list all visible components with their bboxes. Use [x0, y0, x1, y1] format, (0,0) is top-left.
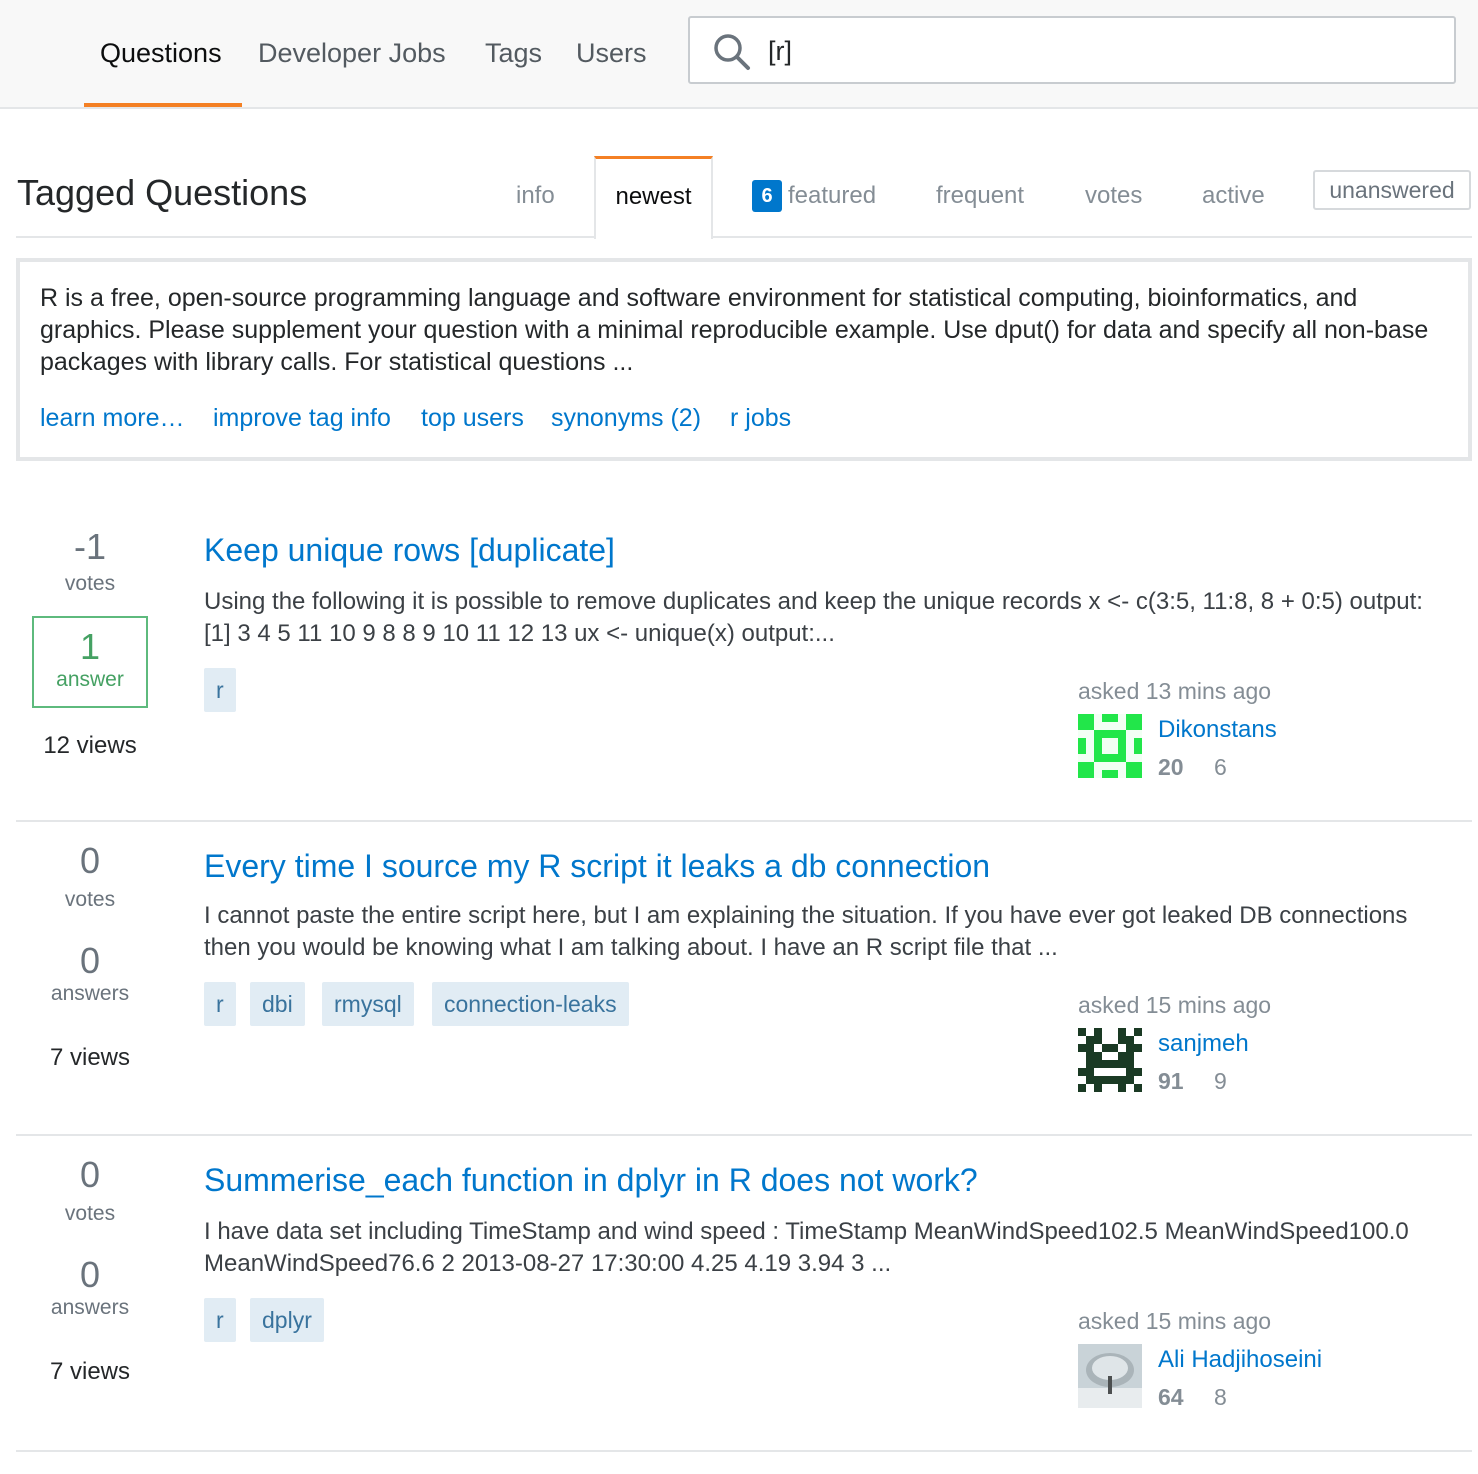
- search-icon: [714, 34, 750, 70]
- user-badge-count: 6: [1214, 754, 1227, 780]
- asked-time: asked 13 mins ago: [1078, 678, 1272, 704]
- tab-newest[interactable]: newest: [594, 156, 713, 239]
- tab-votes[interactable]: votes: [1085, 180, 1142, 212]
- answers-label: answers: [50, 982, 130, 1005]
- learn-more-link[interactable]: learn more…: [40, 404, 185, 433]
- user-reputation: 64: [1158, 1384, 1184, 1410]
- user-reputation: 91: [1158, 1068, 1184, 1094]
- question-summary: 0 votes 0 answers 7 views Summerise_each…: [16, 1154, 1472, 1450]
- tab-active[interactable]: active: [1202, 180, 1265, 212]
- votes-label: votes: [64, 1202, 116, 1225]
- nav-users[interactable]: Users: [576, 36, 647, 70]
- user-reputation: 20: [1158, 754, 1184, 780]
- answer-count: 1: [79, 626, 101, 667]
- search-box[interactable]: [688, 16, 1456, 84]
- tag-dplyr[interactable]: dplyr: [250, 1298, 324, 1342]
- user-avatar[interactable]: [1078, 1028, 1142, 1092]
- question-summary: -1 votes 1 answer 12 views Keep unique r…: [16, 524, 1472, 820]
- featured-count-badge: 6: [752, 180, 782, 212]
- question-divider: [16, 1134, 1472, 1136]
- tag-r[interactable]: r: [204, 982, 236, 1026]
- tag-dbi[interactable]: dbi: [250, 982, 305, 1026]
- user-name-link[interactable]: sanjmeh: [1158, 1030, 1249, 1058]
- tabs-divider: [16, 236, 1472, 238]
- question-title-link[interactable]: Keep unique rows [duplicate]: [204, 532, 615, 569]
- nav-active-indicator: [84, 103, 242, 107]
- improve-tag-info-link[interactable]: improve tag info: [213, 404, 391, 433]
- votes-label: votes: [64, 572, 116, 595]
- asked-time: asked 15 mins ago: [1078, 992, 1272, 1018]
- view-count: 7 views: [49, 1044, 131, 1071]
- question-title-link[interactable]: Every time I source my R script it leaks…: [204, 848, 990, 885]
- votes-label: votes: [64, 888, 116, 911]
- tab-info[interactable]: info: [516, 180, 555, 212]
- question-divider: [16, 1450, 1472, 1452]
- question-excerpt: I have data set including TimeStamp and …: [204, 1218, 1409, 1277]
- top-users-link[interactable]: top users: [421, 404, 524, 433]
- answer-count: 0: [79, 1254, 101, 1295]
- tab-unanswered[interactable]: unanswered: [1313, 170, 1471, 210]
- tag-wiki-excerpt: R is a free, open-source programming lan…: [40, 284, 1429, 376]
- vote-count: -1: [73, 526, 106, 567]
- question-title-link[interactable]: Summerise_each function in dplyr in R do…: [204, 1162, 978, 1199]
- question-excerpt: Using the following it is possible to re…: [204, 588, 1423, 647]
- tag-r[interactable]: r: [204, 1298, 236, 1342]
- vote-count: 0: [79, 840, 101, 881]
- tag-wiki-panel: R is a free, open-source programming lan…: [16, 258, 1472, 461]
- question-divider: [16, 820, 1472, 822]
- question-summary: 0 votes 0 answers 7 views Every time I s…: [16, 840, 1472, 1134]
- user-avatar[interactable]: [1078, 714, 1142, 778]
- top-bar: Questions Developer Jobs Tags Users: [0, 0, 1478, 109]
- tab-frequent[interactable]: frequent: [936, 180, 1024, 212]
- vote-count: 0: [79, 1154, 101, 1195]
- nav-developer-jobs[interactable]: Developer Jobs: [258, 36, 446, 70]
- nav-tags[interactable]: Tags: [485, 36, 542, 70]
- nav-questions[interactable]: Questions: [100, 36, 222, 70]
- tag-connection-leaks[interactable]: connection-leaks: [432, 982, 629, 1026]
- search-input[interactable]: [766, 30, 1430, 72]
- page-title: Tagged Questions: [17, 172, 308, 213]
- tab-featured[interactable]: featured: [788, 180, 876, 212]
- tag-rmysql[interactable]: rmysql: [322, 982, 414, 1026]
- view-count: 7 views: [49, 1358, 131, 1385]
- user-name-link[interactable]: Dikonstans: [1158, 716, 1277, 744]
- user-name-link[interactable]: Ali Hadjihoseini: [1158, 1346, 1322, 1374]
- answers-label: answer: [56, 668, 124, 691]
- synonyms-link[interactable]: synonyms (2): [551, 404, 701, 433]
- question-excerpt: I cannot paste the entire script here, b…: [204, 902, 1408, 961]
- answer-count: 0: [79, 940, 101, 981]
- user-avatar[interactable]: [1078, 1344, 1142, 1408]
- asked-time: asked 15 mins ago: [1078, 1308, 1272, 1334]
- tag-r[interactable]: r: [204, 668, 236, 712]
- user-badge-count: 9: [1214, 1068, 1227, 1094]
- answers-label: answers: [50, 1296, 130, 1319]
- user-badge-count: 8: [1214, 1384, 1227, 1410]
- view-count: 12 views: [43, 732, 137, 759]
- answer-count-box: 1 answer: [32, 616, 148, 708]
- r-jobs-link[interactable]: r jobs: [730, 404, 791, 433]
